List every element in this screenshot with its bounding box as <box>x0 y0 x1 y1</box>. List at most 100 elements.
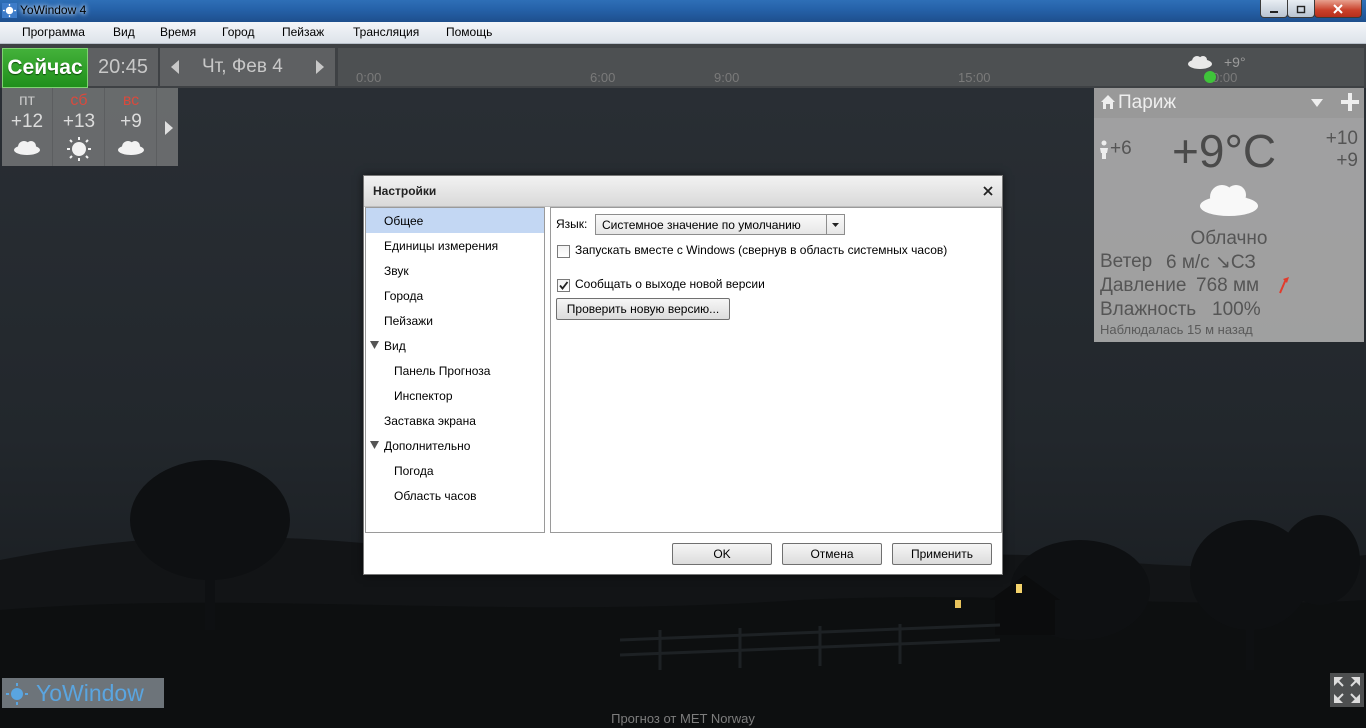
tree-item-general[interactable]: Общее <box>366 208 544 233</box>
close-window-button[interactable] <box>1314 0 1362 18</box>
current-time: 20:45 <box>88 48 158 86</box>
forecast-credit[interactable]: Прогноз от MET Norway <box>0 711 1366 726</box>
previous-day-icon[interactable] <box>168 57 182 77</box>
feels-like-person-icon <box>1100 140 1108 159</box>
forecast-next-icon[interactable] <box>162 118 176 138</box>
menu-time[interactable]: Время <box>160 25 196 39</box>
forecast-day-temp: +13 <box>62 111 96 132</box>
settings-dialog: Настройки Общее Единицы измерения Звук Г… <box>363 175 1003 575</box>
tree-item-clock-area[interactable]: Область часов <box>366 483 544 508</box>
wind-value: 6 м/с ↘СЗ <box>1166 252 1256 273</box>
close-icon <box>1333 3 1343 14</box>
dialog-title-bar[interactable]: Настройки <box>364 176 1002 207</box>
forecast-day[interactable]: вс +9 <box>106 88 157 166</box>
time-bar: Сейчас 20:45 Чт, Фев 4 0:00 6:00 9:00 15… <box>0 44 1366 88</box>
menu-broadcast[interactable]: Трансляция <box>353 25 419 39</box>
tree-item-sound[interactable]: Звук <box>366 258 544 283</box>
current-temperature: +9°C <box>1172 125 1277 177</box>
autostart-label[interactable]: Запускать вместе с Windows (свернув в об… <box>575 243 947 257</box>
timeline[interactable]: 0:00 6:00 9:00 15:00 0:00 +9° <box>338 48 1364 86</box>
cloud-icon <box>14 141 40 155</box>
forecast-day-temp: +12 <box>10 111 44 132</box>
city-name[interactable]: Париж <box>1118 92 1176 114</box>
pressure-rising-icon <box>1279 277 1289 294</box>
tree-item-label: Вид <box>384 339 406 353</box>
tree-item-label: Инспектор <box>394 389 453 403</box>
tree-item-weather[interactable]: Погода <box>366 458 544 483</box>
humidity-label: Влажность <box>1100 299 1197 320</box>
cloud-icon <box>118 141 144 155</box>
ok-button[interactable]: OK <box>672 543 772 565</box>
tree-item-label: Область часов <box>394 489 477 503</box>
chevron-down-icon <box>832 223 839 227</box>
forecast-day[interactable]: сб +13 <box>54 88 105 166</box>
tree-item-label: Общее <box>384 214 424 228</box>
tree-item-inspector[interactable]: Инспектор <box>366 383 544 408</box>
tree-item-label: Единицы измерения <box>384 239 499 253</box>
expand-triangle-icon[interactable] <box>370 341 379 349</box>
timeline-tick: 9:00 <box>714 70 740 85</box>
tree-item-cities[interactable]: Города <box>366 283 544 308</box>
cloud-icon <box>1200 185 1258 216</box>
dialog-close-button[interactable] <box>980 183 996 199</box>
menu-view[interactable]: Вид <box>113 25 135 39</box>
tree-item-label: Дополнительно <box>384 439 471 453</box>
timeline-now-temperature: +9° <box>1224 54 1246 70</box>
language-select-value: Системное значение по умолчанию <box>602 218 801 232</box>
language-select[interactable]: Системное значение по умолчанию <box>595 214 845 235</box>
tree-item-label: Погода <box>394 464 434 478</box>
window-title: YoWindow 4 <box>20 3 87 17</box>
minimize-icon <box>1270 10 1278 13</box>
timeline-tick: 15:00 <box>958 70 991 85</box>
checkmark-icon <box>559 281 569 290</box>
tree-item-label: Звук <box>384 264 409 278</box>
tree-item-units[interactable]: Единицы измерения <box>366 233 544 258</box>
menu-bar: Программа Вид Время Город Пейзаж Трансля… <box>0 22 1366 44</box>
language-dropdown-button[interactable] <box>826 215 844 234</box>
timeline-cloud-icon <box>1188 56 1212 69</box>
observed-time: Наблюдалась 15 м назад <box>1100 322 1253 337</box>
check-new-version-button[interactable]: Проверить новую версию... <box>556 298 730 320</box>
window-title-bar[interactable]: YoWindow 4 <box>0 0 1366 22</box>
tree-item-screensaver[interactable]: Заставка экрана <box>366 408 544 433</box>
menu-help[interactable]: Помощь <box>446 25 492 39</box>
date-selector: Чт, Фев 4 <box>160 48 335 86</box>
feels-like-temperature: +6 <box>1110 138 1132 159</box>
logo-text: YoWindow <box>36 680 144 706</box>
notify-new-version-checkbox[interactable] <box>557 279 570 292</box>
menu-program[interactable]: Программа <box>22 25 85 39</box>
menu-city[interactable]: Город <box>222 25 254 39</box>
next-day-icon[interactable] <box>313 57 327 77</box>
tree-item-forecast-panel[interactable]: Панель Прогноза <box>366 358 544 383</box>
expand-triangle-icon[interactable] <box>370 441 379 449</box>
now-button[interactable]: Сейчас <box>2 48 88 88</box>
yowindow-app-icon <box>2 3 17 18</box>
add-city-icon[interactable] <box>1339 91 1361 113</box>
tree-item-label: Пейзажи <box>384 314 433 328</box>
restore-button[interactable] <box>1287 0 1315 18</box>
settings-category-tree: Общее Единицы измерения Звук Города Пейз… <box>365 207 545 533</box>
minimize-button[interactable] <box>1260 0 1288 18</box>
humidity-value: 100% <box>1212 299 1261 320</box>
yowindow-logo-icon <box>6 683 28 705</box>
forecast-day-name: пт <box>19 92 35 109</box>
wind-label: Ветер <box>1100 251 1153 272</box>
yowindow-logo[interactable]: YoWindow <box>2 678 164 708</box>
forecast-panel: пт +12 сб +13 вс +9 <box>2 88 178 166</box>
tree-item-landscapes[interactable]: Пейзажи <box>366 308 544 333</box>
cancel-button[interactable]: Отмена <box>782 543 882 565</box>
weather-panel: Париж +6 +9°C +10 +9 Облачно Ветер 6 м/с… <box>1094 88 1364 342</box>
notify-new-version-label[interactable]: Сообщать о выходе новой версии <box>575 277 765 291</box>
tree-item-view[interactable]: Вид <box>366 333 544 358</box>
forecast-day[interactable]: пт +12 <box>2 88 53 166</box>
language-label: Язык: <box>556 217 588 231</box>
tree-item-advanced[interactable]: Дополнительно <box>366 433 544 458</box>
fullscreen-button[interactable] <box>1330 673 1364 707</box>
apply-button[interactable]: Применить <box>892 543 992 565</box>
autostart-checkbox[interactable] <box>557 245 570 258</box>
forecast-day-name: вс <box>122 92 140 109</box>
menu-landscape[interactable]: Пейзаж <box>282 25 324 39</box>
current-time-marker-icon[interactable] <box>1202 70 1218 84</box>
forecast-day-temp: +9 <box>120 111 142 132</box>
chevron-down-icon[interactable] <box>1310 98 1324 108</box>
